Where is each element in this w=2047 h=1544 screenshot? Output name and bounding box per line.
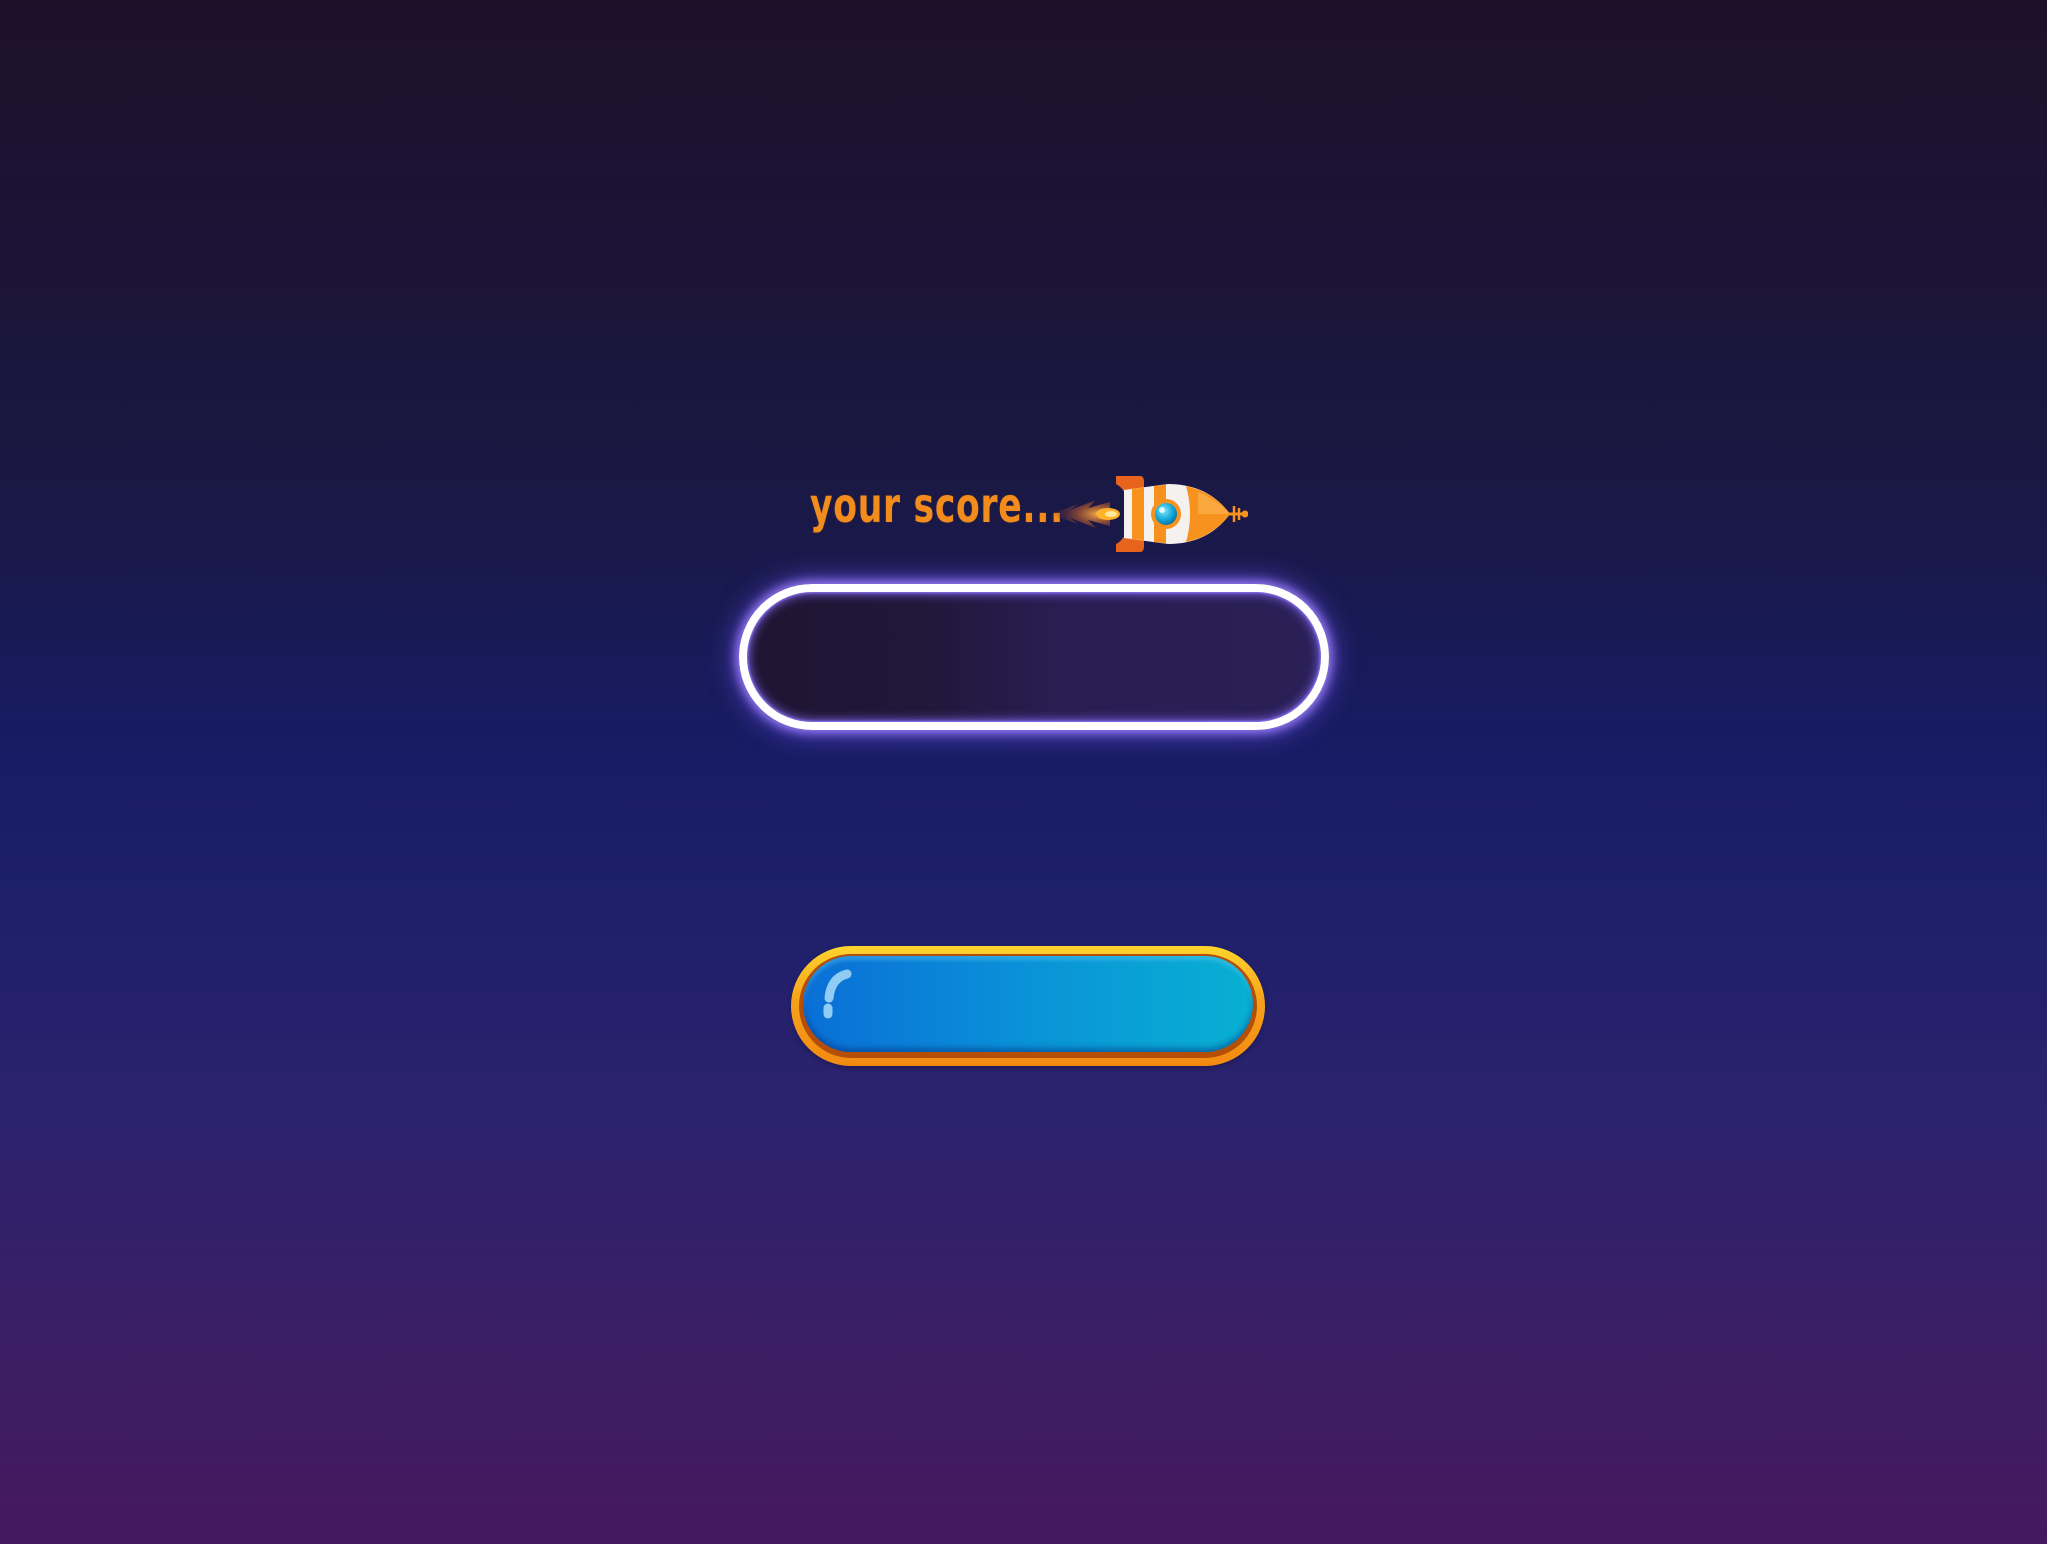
score-label: your score... [810, 478, 1064, 534]
button-rim [799, 954, 1257, 1058]
shine-highlight-icon [823, 969, 852, 1019]
game-screen: your score... [0, 0, 2047, 1544]
score-input-field[interactable] [739, 584, 1329, 730]
rocket-icon [1050, 476, 1248, 552]
button-face [803, 956, 1253, 1052]
submit-button[interactable] [791, 946, 1265, 1066]
